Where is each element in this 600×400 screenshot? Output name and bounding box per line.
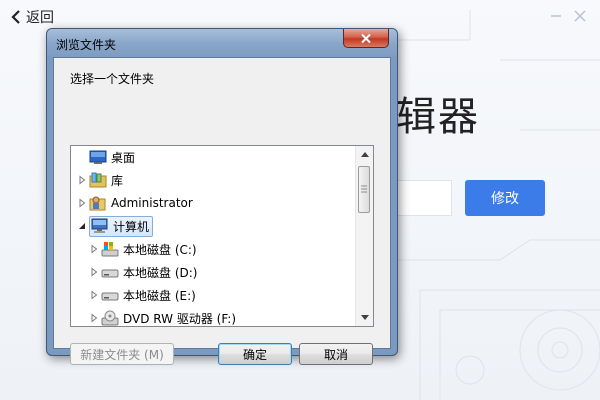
window-close-icon[interactable]: [573, 9, 587, 23]
tree-item-drive-c[interactable]: 本地磁盘 (C:): [89, 238, 197, 260]
minimize-icon[interactable]: [549, 9, 563, 23]
scroll-thumb[interactable]: [358, 166, 370, 213]
scroll-up-button[interactable]: [356, 146, 373, 163]
tree-item-desktop[interactable]: 桌面: [77, 146, 135, 168]
tree-scrollbar[interactable]: [355, 146, 373, 326]
dialog-prompt: 选择一个文件夹: [70, 72, 155, 86]
collapse-arrow-icon[interactable]: [77, 221, 87, 231]
browse-folder-dialog: 浏览文件夹 选择一个文件夹 桌面 库 Administrator 计算机 本地磁…: [46, 28, 398, 365]
dialog-titlebar[interactable]: 浏览文件夹: [47, 29, 397, 57]
expand-arrow-icon[interactable]: [89, 267, 99, 277]
tree-item-label: 桌面: [111, 150, 136, 165]
scroll-down-button[interactable]: [356, 309, 373, 326]
selection-highlight: 计算机: [89, 215, 154, 237]
user-folder-icon: [89, 196, 106, 211]
expand-arrow-icon[interactable]: [89, 244, 99, 254]
tree-item-label: 库: [111, 173, 124, 188]
tree-item-label: 本地磁盘 (D:): [123, 265, 198, 280]
arrow-down-icon: [360, 315, 369, 320]
expand-arrow-icon[interactable]: [77, 175, 87, 185]
grip-icon: [361, 185, 367, 193]
tree-item-computer[interactable]: 计算机: [77, 215, 154, 237]
cancel-button[interactable]: 取消: [299, 343, 373, 365]
desktop-icon: [89, 150, 107, 164]
chevron-left-icon: [11, 10, 20, 24]
tree-item-label: 本地磁盘 (E:): [123, 288, 196, 303]
app-title: 辑器: [396, 94, 480, 140]
tree-item-dvd-drive[interactable]: DVD RW 驱动器 (F:): [89, 307, 237, 326]
tree-item-drive-d[interactable]: 本地磁盘 (D:): [89, 261, 197, 283]
expand-arrow-icon[interactable]: [89, 313, 99, 323]
dialog-close-button[interactable]: [343, 29, 389, 48]
drive-icon: [101, 292, 119, 301]
system-drive-icon: [101, 242, 119, 257]
expand-arrow-icon[interactable]: [77, 198, 87, 208]
ok-button[interactable]: 确定: [218, 343, 292, 365]
dialog-title: 浏览文件夹: [56, 38, 117, 52]
drive-icon: [101, 269, 119, 278]
new-folder-button[interactable]: 新建文件夹 (M): [70, 343, 174, 365]
tree-item-libraries[interactable]: 库: [77, 169, 123, 191]
path-input[interactable]: [396, 180, 452, 216]
tree-item-label: 计算机: [113, 219, 150, 234]
arrow-up-icon: [360, 152, 369, 157]
tree-item-label: DVD RW 驱动器 (F:): [123, 311, 237, 326]
tree-item-administrator[interactable]: Administrator: [77, 192, 193, 214]
close-icon: [361, 33, 371, 43]
back-label: 返回: [26, 10, 54, 26]
computer-icon: [91, 218, 108, 233]
tree-item-drive-e[interactable]: 本地磁盘 (E:): [89, 284, 196, 306]
library-icon: [89, 172, 107, 188]
dvd-drive-icon: [101, 310, 119, 326]
dialog-body: 选择一个文件夹 桌面 库 Administrator 计算机 本地磁盘 (C:)…: [53, 57, 391, 365]
folder-tree[interactable]: 桌面 库 Administrator 计算机 本地磁盘 (C:) 本地磁盘 (D…: [70, 145, 374, 327]
modify-button[interactable]: 修改: [465, 180, 545, 216]
tree-item-label: Administrator: [111, 196, 193, 210]
back-button[interactable]: 返回: [10, 6, 54, 28]
expand-arrow-icon[interactable]: [89, 290, 99, 300]
tree-item-label: 本地磁盘 (C:): [123, 242, 197, 257]
